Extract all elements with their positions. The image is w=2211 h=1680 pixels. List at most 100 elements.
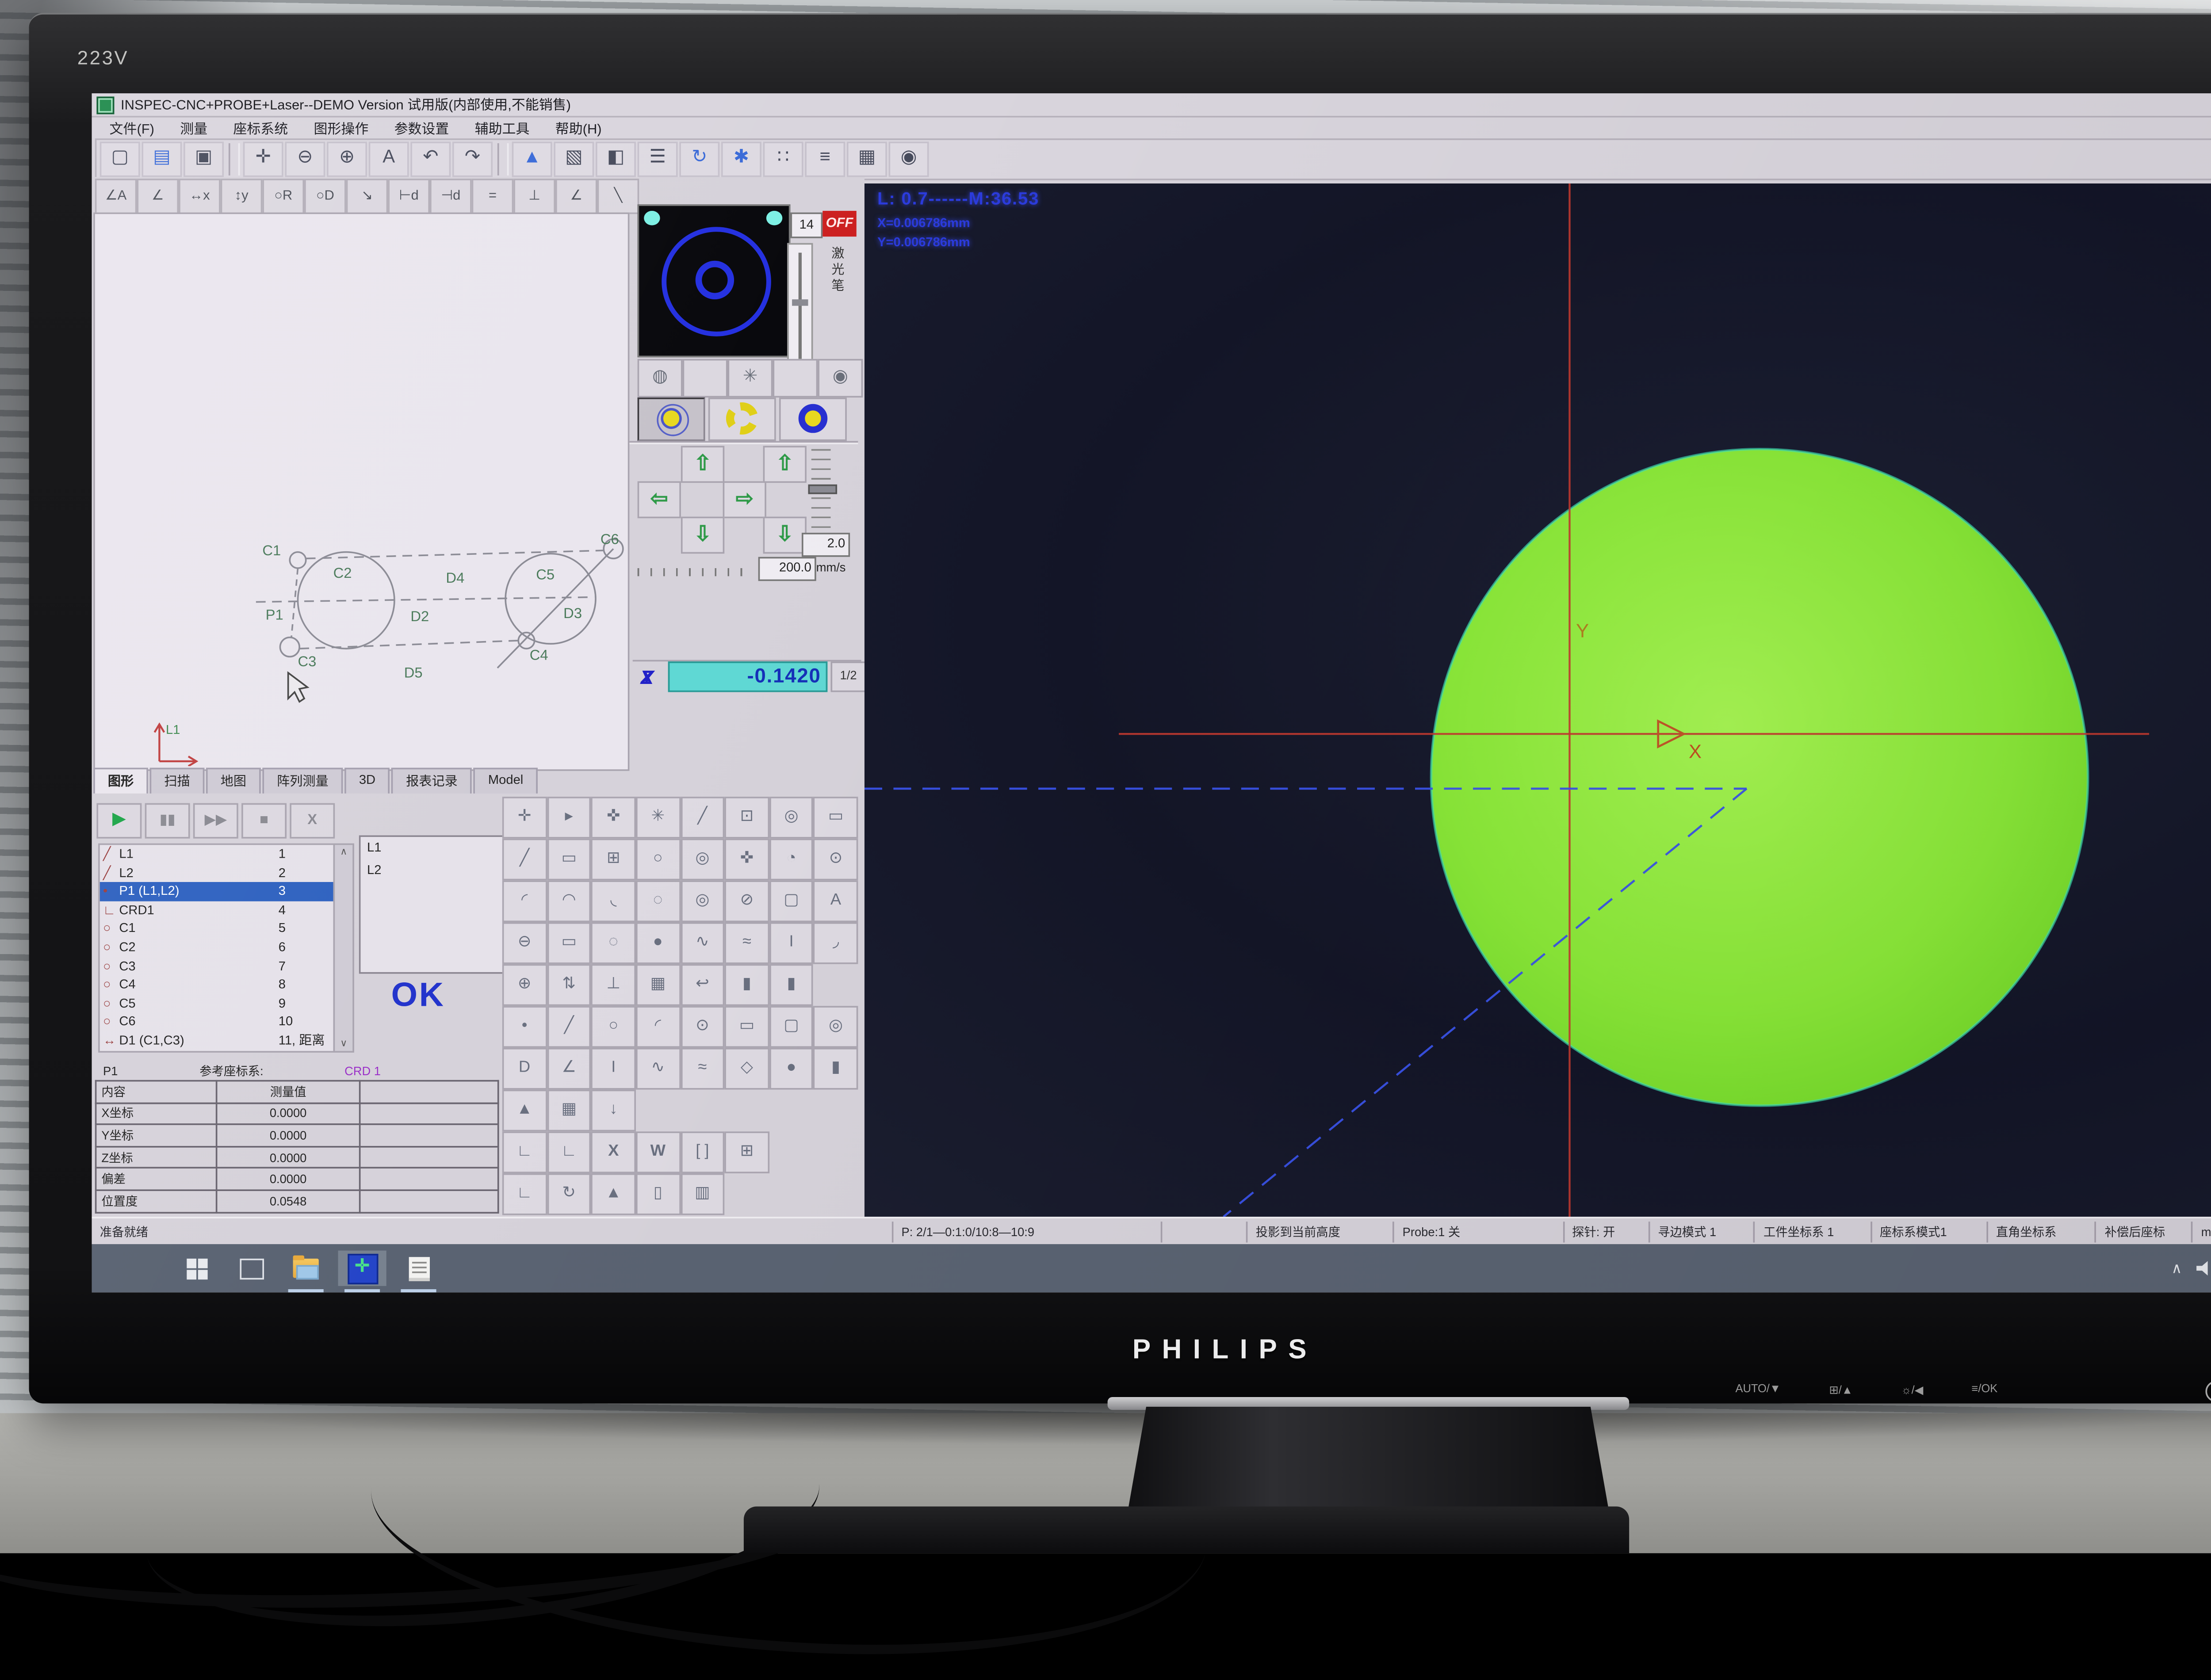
tool-icon[interactable]: ↩ (680, 964, 725, 1006)
tool-icon[interactable]: ◔ (769, 839, 814, 881)
selection-item[interactable]: L2 (367, 863, 509, 885)
tool-icon[interactable]: ╱ (502, 839, 547, 881)
toolbar-icon[interactable]: ≡ (805, 141, 845, 177)
tool-icon[interactable]: ∟ (547, 1131, 591, 1173)
tool-icon[interactable]: D (502, 1048, 547, 1090)
tool-icon[interactable]: ▮ (769, 964, 814, 1006)
tool-icon[interactable]: • (502, 1006, 547, 1048)
toolbar-icon[interactable]: ▣ (184, 141, 224, 177)
tool-icon[interactable]: ⊞ (725, 1131, 769, 1173)
tool-icon[interactable]: ≈ (725, 922, 769, 964)
tool-icon[interactable]: [ ] (680, 1131, 725, 1173)
tray-chevron-icon[interactable]: ∧ (2171, 1260, 2182, 1277)
tool-icon[interactable]: ▥ (680, 1173, 725, 1215)
feature-row[interactable]: ○ C3 7 (100, 957, 333, 976)
tool-icon[interactable]: ▦ (547, 1090, 591, 1132)
run-button[interactable]: ■ (241, 803, 287, 839)
toolbar-icon[interactable]: ⊕ (327, 141, 367, 177)
tool-icon[interactable]: ▢ (769, 1006, 814, 1048)
inspec-app-button[interactable]: ✛ (338, 1251, 386, 1286)
toolbar-icon[interactable]: ▤ (142, 141, 182, 177)
cad-view[interactable]: C1 C2 D4 C5 C6 D2 D3 P1 C3 D5 C4 (93, 213, 629, 771)
toolbar-icon[interactable]: ▢ (100, 141, 140, 177)
ring-light-button[interactable]: ◍ (638, 359, 683, 397)
tab[interactable]: 图形 (93, 768, 148, 794)
tool-icon[interactable]: ∟ (502, 1173, 547, 1215)
run-button[interactable]: ▶ (96, 803, 142, 839)
tool-icon[interactable]: ∿ (636, 1048, 681, 1090)
tool-icon[interactable]: I (769, 922, 814, 964)
bottom-light-button[interactable] (779, 397, 847, 441)
feature-row[interactable]: ↔ D1 (C1,C3) 11, 距离 (100, 1031, 333, 1050)
measure-icon[interactable]: ∠A (95, 179, 137, 214)
tool-icon[interactable]: ✛ (502, 797, 547, 839)
laser-off-button[interactable]: OFF (822, 211, 856, 237)
measure-icon[interactable]: ↘ (346, 179, 388, 214)
tab[interactable]: 扫描 (150, 768, 205, 794)
tool-icon[interactable]: ◎ (814, 1006, 858, 1048)
run-button[interactable]: ▶▶ (193, 803, 238, 839)
tool-icon[interactable]: ○ (591, 1006, 636, 1048)
feature-row[interactable]: ○ C2 6 (100, 938, 333, 957)
menu-item[interactable]: 测量 (169, 117, 219, 139)
toolbar-icon[interactable]: ▲ (512, 141, 552, 177)
xy-speed-field[interactable]: 200.0 (758, 557, 816, 581)
feature-row[interactable]: ○ C5 9 (100, 994, 333, 1013)
task-view-button[interactable] (227, 1251, 275, 1286)
tool-icon[interactable]: ▯ (636, 1173, 681, 1215)
scroll-up-icon[interactable]: ∧ (335, 847, 352, 858)
toolbar-icon[interactable]: ▦ (847, 141, 887, 177)
menu-item[interactable]: 座标系统 (222, 117, 299, 139)
jog-down-button[interactable]: ⇩ (681, 517, 724, 554)
tool-icon[interactable]: ↓ (591, 1090, 636, 1132)
measure-icon[interactable]: ∠ (555, 179, 597, 214)
toolbar-icon[interactable]: ∷ (763, 141, 803, 177)
tool-icon[interactable]: ↻ (547, 1173, 591, 1215)
feature-row[interactable]: ∟ CRD1 4 (100, 901, 333, 920)
tool-icon[interactable]: ⊥ (591, 964, 636, 1006)
z-speed-slider[interactable] (811, 449, 831, 533)
tab[interactable]: 3D (344, 768, 390, 794)
toolbar-icon[interactable]: ◧ (596, 141, 636, 177)
light-button-blank[interactable] (683, 359, 728, 397)
measure-icon[interactable]: ╲ (597, 179, 639, 214)
light-button-blank[interactable] (773, 359, 818, 397)
tool-icon[interactable]: ⊘ (725, 880, 769, 922)
jog-up-button[interactable]: ⇧ (681, 446, 724, 483)
tool-icon[interactable]: ∿ (680, 922, 725, 964)
toolbar-icon[interactable]: ☰ (638, 141, 678, 177)
slider-thumb[interactable] (808, 485, 838, 494)
tool-icon[interactable]: ✜ (725, 839, 769, 881)
tool-icon[interactable]: ╱ (547, 1006, 591, 1048)
menu-item[interactable]: 帮助(H) (544, 117, 613, 139)
feature-row[interactable]: ○ C1 5 (100, 920, 333, 938)
dro-half-button[interactable]: 1/2 (830, 661, 866, 692)
bezel-control-button[interactable]: ☼/◀ (1901, 1384, 1923, 1397)
tool-icon[interactable]: ▭ (547, 839, 591, 881)
tool-icon[interactable]: ▲ (591, 1173, 636, 1215)
tool-icon[interactable]: ▲ (502, 1090, 547, 1132)
menu-item[interactable]: 参数设置 (383, 117, 460, 139)
toolbar-icon[interactable]: ◉ (889, 141, 929, 177)
light-value-field[interactable]: 14 (790, 213, 822, 238)
menu-item[interactable]: 图形操作 (302, 117, 380, 139)
tool-icon[interactable]: ⇅ (547, 964, 591, 1006)
xy-speed-slider[interactable] (638, 562, 754, 577)
menu-item[interactable]: 文件(F) (98, 117, 165, 139)
toolbar-icon[interactable]: ⊖ (285, 141, 325, 177)
tool-icon[interactable]: ⊕ (502, 964, 547, 1006)
tool-icon[interactable]: ○ (636, 839, 681, 881)
measure-icon[interactable]: ⊣d (430, 179, 472, 214)
z-speed-field[interactable]: 2.0 (802, 533, 850, 557)
tool-icon[interactable]: ⊙ (680, 1006, 725, 1048)
tool-icon[interactable]: ▭ (814, 797, 858, 839)
toolbar-icon[interactable]: ↷ (452, 141, 493, 177)
tool-icon[interactable]: ● (769, 1048, 814, 1090)
tool-icon[interactable]: W (636, 1131, 681, 1173)
ok-button[interactable]: OK (391, 977, 445, 1016)
tool-icon[interactable]: ∟ (502, 1131, 547, 1173)
tool-icon[interactable]: X (591, 1131, 636, 1173)
run-button[interactable]: ▮▮ (145, 803, 190, 839)
tool-icon[interactable]: ◜ (502, 880, 547, 922)
live-view[interactable]: X Y L: 0.7------M:36.53 X=0.006786mm Y=0… (865, 183, 2211, 1217)
